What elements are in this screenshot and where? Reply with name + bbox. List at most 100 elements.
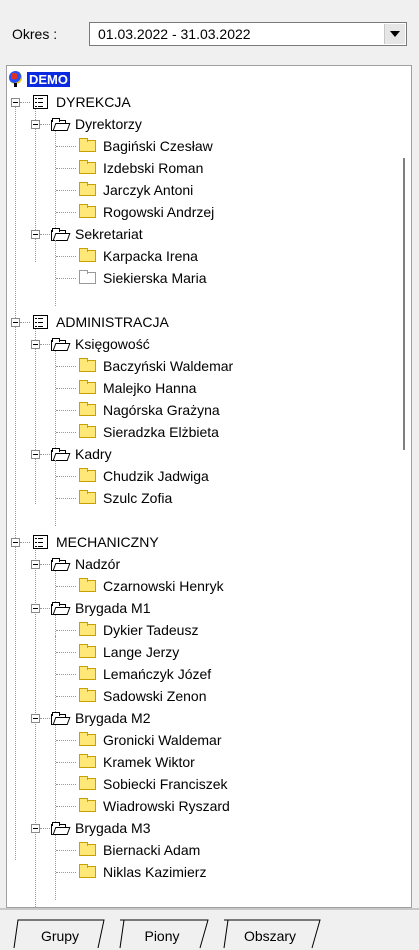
tree-node-group[interactable]: Brygada M2 — [51, 707, 152, 729]
tree-node-person[interactable]: Izdebski Roman — [79, 157, 205, 179]
node-label: Siekierska Maria — [103, 270, 207, 286]
node-label: Gronicki Waldemar — [103, 732, 222, 748]
collapse-toggle[interactable] — [31, 120, 40, 129]
node-label: Lemańczyk Józef — [103, 666, 212, 682]
tree-node-group[interactable]: Księgowość — [51, 333, 152, 355]
folder-icon — [79, 578, 96, 592]
tree-node-group[interactable]: Sekretariat — [51, 223, 145, 245]
folder-icon — [79, 666, 96, 680]
tree-line — [56, 696, 76, 697]
tree-node-person[interactable]: Malejko Hanna — [79, 377, 198, 399]
node-label: Chudzik Jadwiga — [103, 468, 209, 484]
tree-root-label: DEMO — [27, 71, 70, 87]
tree-node-department[interactable]: ADMINISTRACJA — [33, 311, 171, 333]
period-dropdown[interactable]: 01.03.2022 - 31.03.2022 — [89, 22, 407, 46]
folder-icon — [79, 204, 96, 218]
tree-root[interactable]: DEMO — [9, 68, 70, 90]
tree-node-person[interactable]: Biernacki Adam — [79, 839, 202, 861]
tree-node-person[interactable]: Lange Jerzy — [79, 641, 181, 663]
tab-obszary[interactable]: Obszary — [224, 923, 316, 949]
group-tree[interactable]: DEMO DYREKCJA Dyrektorzy Bagiński Czesła… — [6, 65, 412, 908]
tree-line — [20, 542, 30, 543]
open-folder-icon — [51, 117, 71, 131]
node-label: Baczyński Waldemar — [103, 358, 234, 374]
node-label: Księgowość — [75, 336, 150, 352]
tree-node-person[interactable]: Czarnowski Henryk — [79, 575, 226, 597]
tree-line — [15, 100, 16, 860]
collapse-toggle[interactable] — [11, 98, 20, 107]
node-label: ADMINISTRACJA — [56, 314, 169, 330]
empty-folder-icon — [79, 270, 96, 284]
collapse-toggle[interactable] — [31, 824, 40, 833]
node-label: Bagiński Czesław — [103, 138, 213, 154]
folder-icon — [79, 468, 96, 482]
tree-node-person[interactable]: Baczyński Waldemar — [79, 355, 235, 377]
tree-line — [56, 740, 76, 741]
dropdown-arrow-button[interactable] — [384, 24, 405, 44]
folder-icon — [79, 864, 96, 878]
tab-label: Obszary — [243, 928, 297, 944]
tab-piony[interactable]: Piony — [120, 923, 204, 949]
collapse-toggle[interactable] — [31, 604, 40, 613]
tree-line — [56, 366, 76, 367]
tree-node-person[interactable]: Sobiecki Franciszek — [79, 773, 230, 795]
node-label: Nadzór — [75, 556, 121, 572]
tree-node-person[interactable]: Siekierska Maria — [79, 267, 208, 289]
tree-node-person[interactable]: Dykier Tadeusz — [79, 619, 200, 641]
node-label: Brygada M3 — [75, 820, 151, 836]
period-label: Okres : — [12, 26, 58, 42]
department-icon — [33, 315, 48, 329]
globe-icon — [9, 71, 23, 87]
tree-node-person[interactable]: Chudzik Jadwiga — [79, 465, 211, 487]
tree-line — [40, 124, 50, 125]
node-label: Czarnowski Henryk — [103, 578, 224, 594]
collapse-toggle[interactable] — [31, 450, 40, 459]
node-label: Nagórska Grażyna — [103, 402, 220, 418]
tree-node-person[interactable]: Karpacka Irena — [79, 245, 200, 267]
collapse-toggle[interactable] — [31, 560, 40, 569]
collapse-toggle[interactable] — [11, 538, 20, 547]
folder-icon — [79, 160, 96, 174]
tree-node-group[interactable]: Brygada M1 — [51, 597, 152, 619]
tree-node-group[interactable]: Dyrektorzy — [51, 113, 144, 135]
tab-label: Piony — [144, 928, 180, 944]
tree-node-person[interactable]: Szulc Zofia — [79, 487, 174, 509]
tree-node-group[interactable]: Nadzór — [51, 553, 122, 575]
tree-node-person[interactable]: Rogowski Andrzej — [79, 201, 216, 223]
tree-node-group[interactable]: Kadry — [51, 443, 114, 465]
folder-icon — [79, 248, 96, 262]
chevron-down-icon — [390, 31, 400, 37]
collapse-toggle[interactable] — [31, 340, 40, 349]
collapse-toggle[interactable] — [11, 318, 20, 327]
tree-node-department[interactable]: DYREKCJA — [33, 91, 133, 113]
node-label: Sadowski Zenon — [103, 688, 207, 704]
tree-node-person[interactable]: Gronicki Waldemar — [79, 729, 224, 751]
scrollbar-thumb[interactable] — [403, 158, 405, 450]
tree-node-person[interactable]: Kramek Wiktor — [79, 751, 197, 773]
tree-node-person[interactable]: Bagiński Czesław — [79, 135, 215, 157]
tree-node-group[interactable]: Brygada M3 — [51, 817, 152, 839]
tree-line — [40, 608, 50, 609]
tree-line — [40, 828, 50, 829]
tree-node-department[interactable]: MECHANICZNY — [33, 531, 161, 553]
node-label: Niklas Kazimierz — [103, 864, 207, 880]
tree-line — [56, 850, 76, 851]
tree-line — [20, 102, 30, 103]
tree-node-person[interactable]: Niklas Kazimierz — [79, 861, 208, 883]
collapse-toggle[interactable] — [31, 230, 40, 239]
collapse-toggle[interactable] — [31, 714, 40, 723]
open-folder-icon — [51, 821, 71, 835]
tree-node-person[interactable]: Wiadrowski Ryszard — [79, 795, 232, 817]
node-label: Jarczyk Antoni — [103, 182, 194, 198]
tree-node-person[interactable]: Sieradzka Elżbieta — [79, 421, 221, 443]
tree-node-person[interactable]: Jarczyk Antoni — [79, 179, 195, 201]
tab-grupy[interactable]: Grupy — [20, 923, 100, 949]
tree-line — [56, 476, 76, 477]
tree-node-person[interactable]: Nagórska Grażyna — [79, 399, 222, 421]
tree-line — [40, 234, 50, 235]
tree-node-person[interactable]: Lemańczyk Józef — [79, 663, 213, 685]
node-label: Lange Jerzy — [103, 644, 180, 660]
open-folder-icon — [51, 711, 71, 725]
tree-line — [56, 432, 76, 433]
tree-node-person[interactable]: Sadowski Zenon — [79, 685, 209, 707]
